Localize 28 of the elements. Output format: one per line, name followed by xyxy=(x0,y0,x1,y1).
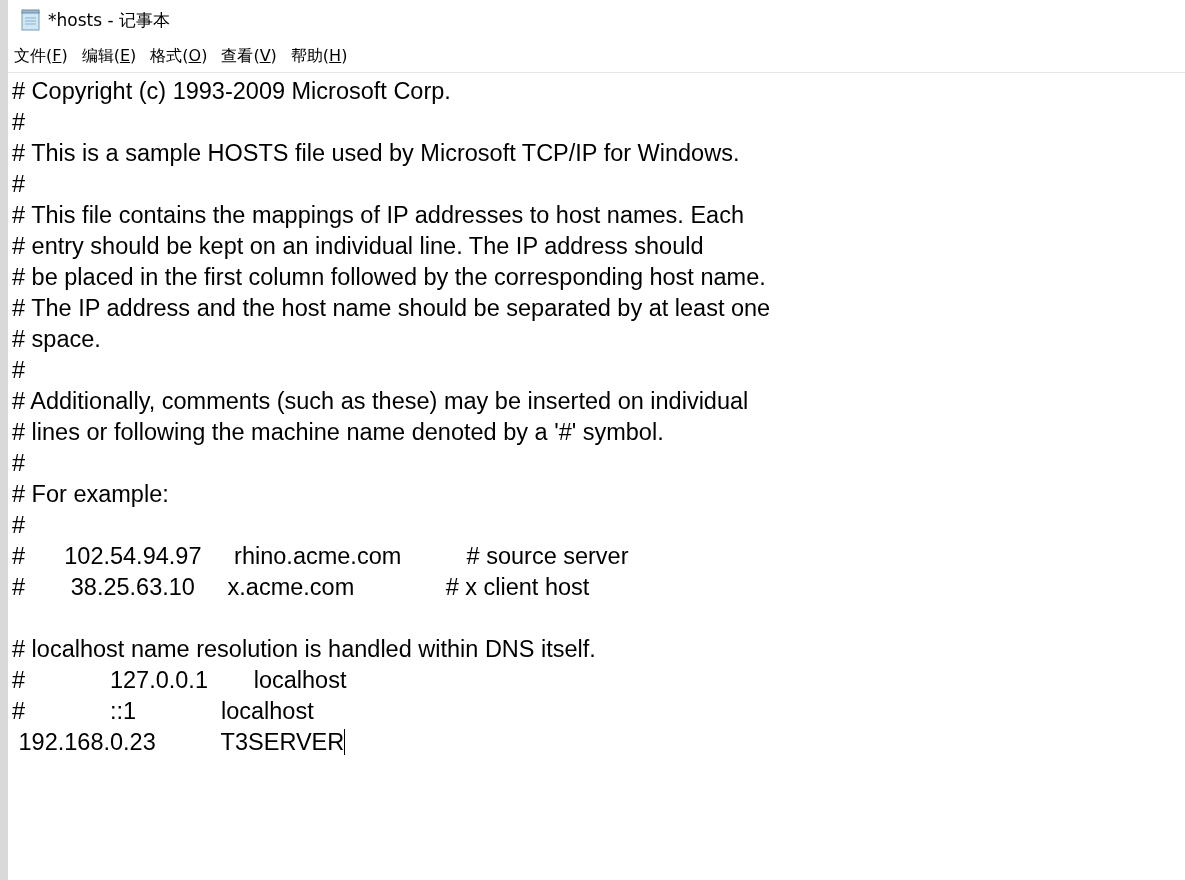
text-line: # xyxy=(12,449,27,478)
text-line: # For example: xyxy=(12,480,170,509)
text-line: # localhost name resolution is handled within DNS itself. xyxy=(12,635,597,664)
text-line: # 38.25.63.10 x.acme.com # x client host xyxy=(12,573,591,602)
text-line: # lines or following the machine name denoted by a '#' symbol. xyxy=(12,418,665,447)
text-line: # Additionally, comments (such as these) may be inserted on individual xyxy=(12,387,750,416)
menu-item[interactable]: 编辑(E) xyxy=(81,45,137,67)
window-title: *hosts - 记事本 xyxy=(48,8,170,32)
menu-item[interactable]: 查看(V) xyxy=(221,45,277,67)
menu-item[interactable]: 格式(O) xyxy=(150,45,208,67)
text-line: # This file contains the mappings of IP addresses to host names. Each xyxy=(12,201,745,230)
text-line: # xyxy=(12,511,27,540)
text-line: # This is a sample HOSTS file used by Microsoft TCP/IP for Windows. xyxy=(12,139,741,168)
text-line: 192.168.0.23 T3SERVER xyxy=(17,728,347,757)
menu-item[interactable]: 文件(F) xyxy=(14,45,68,67)
text-line: # ::1 localhost xyxy=(12,697,315,726)
text-line: # xyxy=(12,108,27,137)
text-line: # The IP address and the host name should be separated by at least one xyxy=(12,294,772,323)
menu-item[interactable]: 帮助(H) xyxy=(290,45,348,67)
text-line: # 127.0.0.1 localhost xyxy=(12,666,348,695)
text-line: # xyxy=(12,170,27,199)
text-line: # xyxy=(12,356,27,385)
text-line: # be placed in the first column followed by the corresponding host name. xyxy=(12,263,767,292)
text-line: # Copyright (c) 1993-2009 Microsoft Corp. xyxy=(12,77,452,106)
text-line: # space. xyxy=(12,325,102,354)
notepad-icon xyxy=(20,9,42,31)
text-line: # entry should be kept on an individual line. The IP address should xyxy=(12,232,705,261)
text-line: # 102.54.94.97 rhino.acme.com # source server xyxy=(12,542,630,571)
